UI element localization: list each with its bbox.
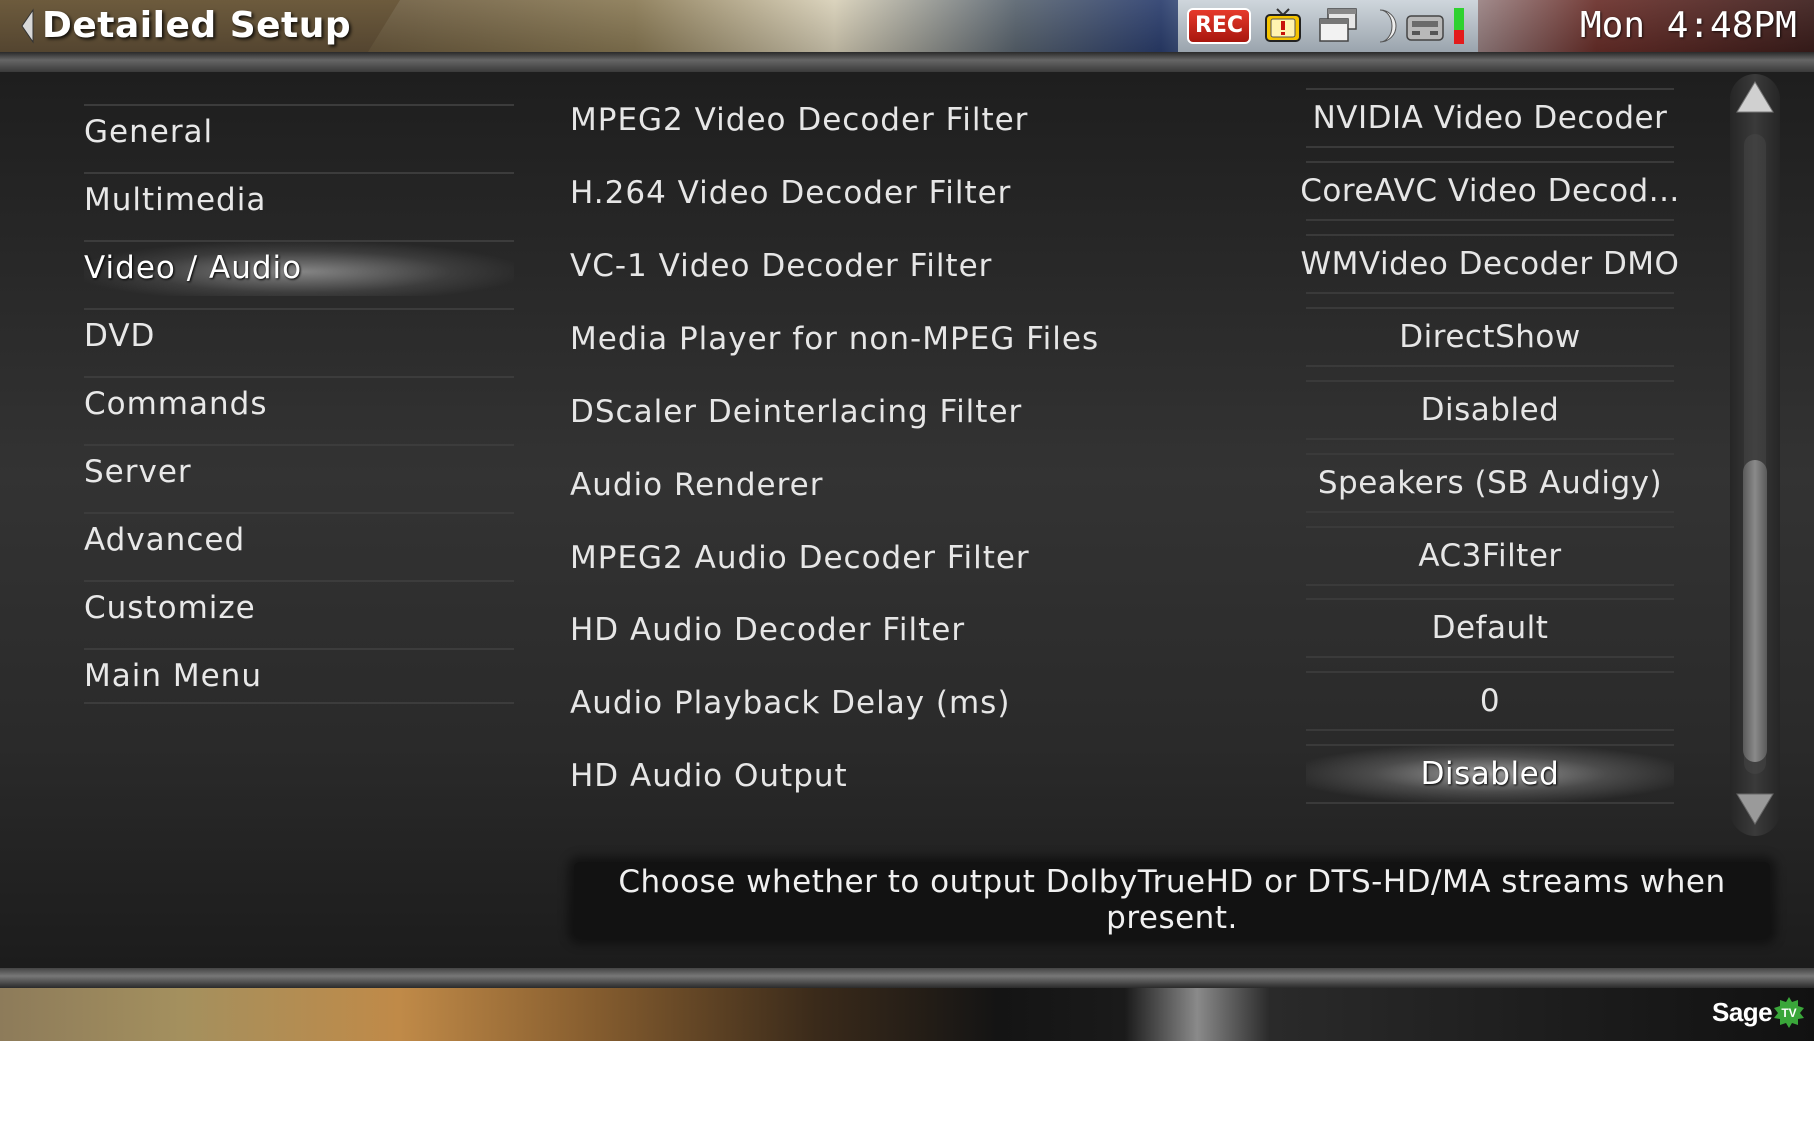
setting-value-audio-renderer[interactable]: Speakers (SB Audigy) — [1306, 453, 1674, 513]
rec-badge: REC — [1187, 8, 1251, 44]
clock: Mon 4:48PM — [1580, 5, 1797, 46]
setting-label-hd-audio-output: HD Audio Output — [570, 758, 848, 794]
setting-label-mpeg2-video-decoder: MPEG2 Video Decoder Filter — [570, 102, 1029, 138]
sagetv-badge-icon: TV — [1774, 997, 1805, 1028]
menu-item-label: Main Menu — [84, 658, 262, 694]
setting-label-vc1-video-decoder: VC-1 Video Decoder Filter — [570, 248, 993, 284]
menu-item-label: Commands — [84, 386, 268, 422]
page-title: Detailed Setup — [42, 5, 352, 46]
setting-label-audio-playback-delay: Audio Playback Delay (ms) — [570, 685, 1011, 721]
menu-item-server[interactable]: Server — [84, 444, 514, 500]
back-arrow-icon[interactable] — [20, 8, 34, 44]
setting-value-dscaler-deinterlacing[interactable]: Disabled — [1306, 380, 1674, 440]
menu-item-multimedia[interactable]: Multimedia — [84, 172, 514, 228]
menu-item-label: Advanced — [84, 522, 246, 558]
setting-value-audio-playback-delay[interactable]: 0 — [1306, 671, 1674, 731]
menu-item-label: Customize — [84, 590, 256, 626]
menu-item-main-menu[interactable]: Main Menu — [84, 648, 514, 704]
menu-item-dvd[interactable]: DVD — [84, 308, 514, 364]
footer-bar — [0, 988, 1814, 1041]
menu-item-commands[interactable]: Commands — [84, 376, 514, 432]
sagetv-logo: Sage TV — [1712, 994, 1805, 1030]
header-bar: Detailed Setup REC Mon 4:48PM — [0, 0, 1814, 52]
setting-value-text: DirectShow — [1399, 319, 1581, 355]
footer-divider — [0, 968, 1814, 988]
setting-value-text: NVIDIA Video Decoder — [1312, 100, 1668, 136]
setting-value-vc1-video-decoder[interactable]: WMVideo Decoder DMO — [1301, 234, 1679, 294]
setting-value-mpeg2-video-decoder[interactable]: NVIDIA Video Decoder — [1306, 88, 1674, 148]
scroll-up-arrow-icon[interactable] — [1733, 78, 1777, 118]
setting-value-text: CoreAVC Video Decod... — [1300, 173, 1680, 209]
menu-item-label: DVD — [84, 318, 156, 354]
scrollbar-thumb[interactable] — [1743, 460, 1767, 762]
moon-icon — [1379, 9, 1397, 43]
menu-item-label: General — [84, 114, 214, 150]
setting-label-audio-renderer: Audio Renderer — [570, 467, 824, 503]
setting-label-media-player-non-mpeg: Media Player for non-MPEG Files — [570, 321, 1100, 357]
setting-value-hd-audio-decoder[interactable]: Default — [1306, 598, 1674, 658]
setting-value-text: 0 — [1479, 683, 1501, 719]
menu-item-label: Server — [84, 454, 192, 490]
main-content: General Multimedia Video / Audio DVD Com… — [0, 72, 1814, 968]
menu-item-video-audio[interactable]: Video / Audio — [84, 240, 514, 296]
header-divider — [0, 52, 1814, 72]
sagetv-logo-text: Sage — [1712, 996, 1773, 1027]
sagetv-badge-text: TV — [1781, 1006, 1796, 1020]
scroll-down-arrow-icon[interactable] — [1733, 788, 1777, 828]
menu-item-general[interactable]: General — [84, 104, 514, 160]
menu-item-customize[interactable]: Customize — [84, 580, 514, 636]
menu-item-label: Multimedia — [84, 182, 267, 218]
menu-item-advanced[interactable]: Advanced — [84, 512, 514, 568]
sagetv-screen: Detailed Setup REC Mon 4:48PM General Mu… — [0, 0, 1814, 1041]
setting-label-h264-video-decoder: H.264 Video Decoder Filter — [570, 175, 1012, 211]
menu-divider — [84, 702, 514, 704]
setting-value-text: Disabled — [1420, 392, 1560, 428]
setting-value-hd-audio-output[interactable]: Disabled — [1306, 744, 1674, 804]
setting-value-text: WMVideo Decoder DMO — [1300, 246, 1680, 282]
signal-level-icon — [1454, 8, 1464, 44]
help-box: Choose whether to output DolbyTrueHD or … — [574, 862, 1770, 938]
menu-item-label: Video / Audio — [84, 250, 303, 286]
setting-label-mpeg2-audio-decoder: MPEG2 Audio Decoder Filter — [570, 540, 1030, 576]
windows-icon — [1319, 8, 1357, 42]
setting-value-media-player-non-mpeg[interactable]: DirectShow — [1306, 307, 1674, 367]
setting-value-text: Default — [1431, 610, 1549, 646]
tuner-icon — [1406, 15, 1444, 41]
setting-label-dscaler-deinterlacing: DScaler Deinterlacing Filter — [570, 394, 1023, 430]
setting-value-mpeg2-audio-decoder[interactable]: AC3Filter — [1306, 526, 1674, 586]
help-text: Choose whether to output DolbyTrueHD or … — [618, 864, 1726, 936]
setting-value-h264-video-decoder[interactable]: CoreAVC Video Decod... — [1300, 161, 1679, 221]
setting-value-text: Speakers (SB Audigy) — [1317, 465, 1663, 501]
setting-value-text: AC3Filter — [1418, 538, 1562, 574]
setting-value-text: Disabled — [1420, 756, 1560, 792]
status-tray: REC — [1178, 0, 1478, 52]
setting-label-hd-audio-decoder: HD Audio Decoder Filter — [570, 612, 966, 648]
tv-warning-icon — [1265, 8, 1301, 42]
